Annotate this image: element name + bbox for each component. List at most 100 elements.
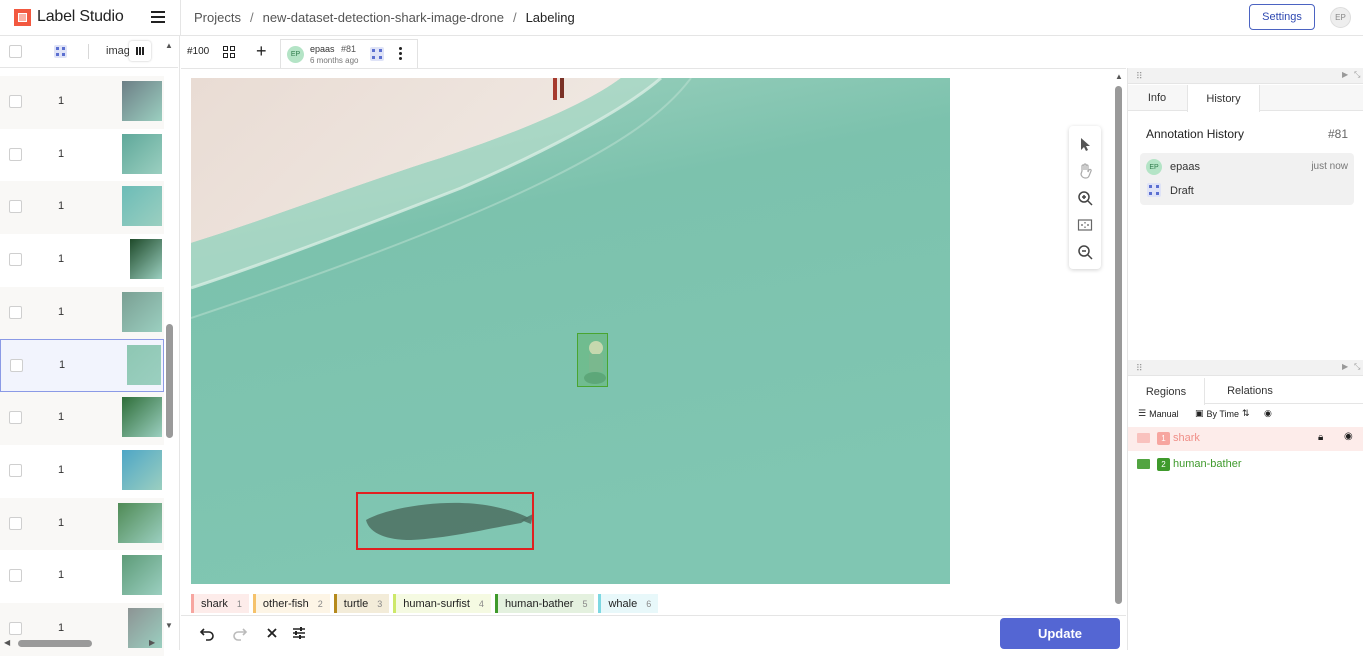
fit-screen-icon[interactable] — [1077, 217, 1093, 233]
history-entry[interactable]: EP epaas just now Draft — [1140, 153, 1354, 205]
tab-relations[interactable]: Relations — [1206, 378, 1294, 404]
label-name: human-surfist — [403, 597, 470, 610]
region-rectangle-icon — [1137, 459, 1150, 469]
info-history-tabs: Info History — [1128, 85, 1363, 112]
task-row-id: 1 — [58, 516, 65, 529]
zoom-in-icon[interactable] — [1077, 190, 1093, 206]
user-avatar[interactable]: EP — [1330, 7, 1351, 28]
label-human-surfist[interactable]: human-surfist 4 — [393, 594, 491, 613]
label-turtle[interactable]: turtle 3 — [333, 594, 390, 613]
task-row[interactable]: 1 — [0, 234, 164, 287]
update-button[interactable]: Update — [1000, 618, 1120, 649]
sort-manual-button[interactable]: ☰ Manual — [1138, 408, 1179, 419]
tab-info[interactable]: Info — [1128, 85, 1186, 111]
label-shark[interactable]: shark 1 — [191, 594, 249, 613]
zoom-out-icon[interactable] — [1077, 244, 1093, 260]
sort-order-icon: ⇅ — [1242, 408, 1250, 418]
task-row[interactable]: 1 — [0, 286, 164, 340]
region-item[interactable]: 2 human-bather — [1128, 453, 1363, 477]
redo-icon[interactable] — [232, 625, 248, 641]
tab-regions[interactable]: Regions — [1128, 378, 1205, 405]
scroll-right-icon[interactable]: ▶ — [149, 638, 155, 647]
scroll-down-icon[interactable]: ▼ — [165, 621, 173, 630]
annotation-tab[interactable]: EP epaas #81 6 months ago — [280, 39, 418, 68]
task-row-checkbox[interactable] — [9, 621, 22, 635]
sort-by-time-button[interactable]: ▣ By Time ⇅ — [1195, 408, 1250, 419]
task-row-id: 1 — [58, 621, 65, 634]
lock-icon[interactable]: 🔒︎ — [1318, 432, 1323, 443]
task-row[interactable]: 1 — [0, 602, 164, 656]
region-human-bather[interactable] — [577, 333, 608, 387]
more-options-icon[interactable] — [399, 47, 403, 62]
history-status: Draft — [1170, 185, 1194, 197]
regions-panel-header[interactable]: ⠿ ▶ ⤡ — [1128, 360, 1363, 376]
label-palette: shark 1 other-fish 2 turtle 3 human-surfist 4 hu… — [191, 594, 659, 613]
task-id: #100 — [187, 46, 210, 57]
task-row-checkbox[interactable] — [9, 253, 22, 267]
task-row-checkbox[interactable] — [9, 305, 22, 319]
breadcrumb-projects[interactable]: Projects — [194, 10, 241, 25]
columns-icon[interactable] — [129, 41, 151, 61]
image-canvas[interactable] — [191, 78, 950, 584]
task-row-checkbox[interactable] — [9, 411, 22, 425]
collapse-icon[interactable]: ▶ — [1342, 362, 1348, 371]
region-index: 1 — [1157, 432, 1170, 445]
select-all-checkbox[interactable] — [9, 45, 22, 58]
menu-icon[interactable] — [151, 11, 165, 23]
expand-icon[interactable]: ⤡ — [1354, 362, 1360, 372]
task-row[interactable]: 1 — [0, 392, 164, 445]
task-row-checkbox[interactable] — [9, 200, 22, 214]
task-row-checkbox[interactable] — [9, 95, 22, 108]
bottom-action-bar — [181, 615, 1126, 650]
add-annotation-icon[interactable]: + — [256, 42, 267, 60]
history-panel-header[interactable]: ⠿ ▶ ⤡ — [1128, 68, 1363, 84]
canvas-scrollbar[interactable] — [1115, 76, 1123, 606]
task-thumbnail — [127, 345, 161, 386]
drag-handle-icon[interactable]: ⠿ — [1136, 363, 1143, 374]
hand-icon[interactable] — [1077, 163, 1093, 179]
task-list-scrollbar[interactable] — [165, 76, 173, 632]
drag-handle-icon[interactable]: ⠿ — [1136, 71, 1143, 82]
scroll-up-icon[interactable]: ▲ — [165, 41, 173, 50]
task-row[interactable]: 1 — [0, 181, 164, 235]
undo-icon[interactable] — [199, 625, 215, 641]
task-row-checkbox[interactable] — [9, 569, 22, 583]
task-list-hscrollbar[interactable] — [18, 640, 92, 647]
collapse-icon[interactable]: ▶ — [1342, 70, 1348, 79]
settings-button[interactable]: Settings — [1249, 4, 1315, 30]
breadcrumb-current: Labeling — [525, 10, 575, 25]
toggle-visibility-all-icon[interactable]: ◉ — [1264, 408, 1272, 419]
task-row[interactable]: 1 — [0, 550, 164, 603]
label-other-fish[interactable]: other-fish 2 — [252, 594, 330, 613]
label-whale[interactable]: whale 6 — [598, 594, 659, 613]
settings-sliders-icon[interactable] — [291, 625, 307, 641]
visibility-icon[interactable]: ◉ — [1344, 431, 1353, 442]
task-row-checkbox[interactable] — [9, 147, 22, 161]
pointer-icon[interactable] — [1077, 136, 1093, 152]
label-human-bather[interactable]: human-bather 5 — [494, 594, 595, 613]
reset-icon[interactable] — [264, 625, 280, 641]
scroll-left-icon[interactable]: ◀ — [4, 638, 10, 647]
task-row[interactable]: 1 — [0, 444, 164, 498]
label-name: other-fish — [262, 597, 309, 610]
breadcrumb-project[interactable]: new-dataset-detection-shark-image-drone — [263, 10, 504, 25]
region-shark[interactable] — [356, 492, 534, 550]
task-row[interactable]: 1 — [0, 128, 164, 182]
task-row-checkbox[interactable] — [9, 516, 22, 530]
task-row-checkbox[interactable] — [10, 359, 23, 373]
annotation-time: 6 months ago — [310, 56, 359, 65]
region-index: 2 — [1157, 458, 1170, 471]
expand-icon[interactable]: ⤡ — [1354, 70, 1360, 80]
sort-by-time-label: By Time — [1206, 408, 1240, 419]
task-row-checkbox[interactable] — [9, 463, 22, 477]
tab-history[interactable]: History — [1187, 85, 1260, 112]
task-row[interactable]: 1 — [0, 339, 164, 393]
task-row[interactable]: 1 — [0, 497, 164, 551]
label-hotkey: 1 — [236, 598, 242, 609]
app-logo[interactable]: Label Studio — [14, 8, 124, 26]
image-column-header[interactable]: imag — [106, 45, 130, 57]
grid-view-icon[interactable] — [223, 46, 235, 58]
canvas-tools — [1069, 126, 1101, 269]
region-item[interactable]: 1 shark 🔒︎ ◉ — [1128, 427, 1363, 451]
task-row[interactable]: 1 — [0, 76, 164, 129]
